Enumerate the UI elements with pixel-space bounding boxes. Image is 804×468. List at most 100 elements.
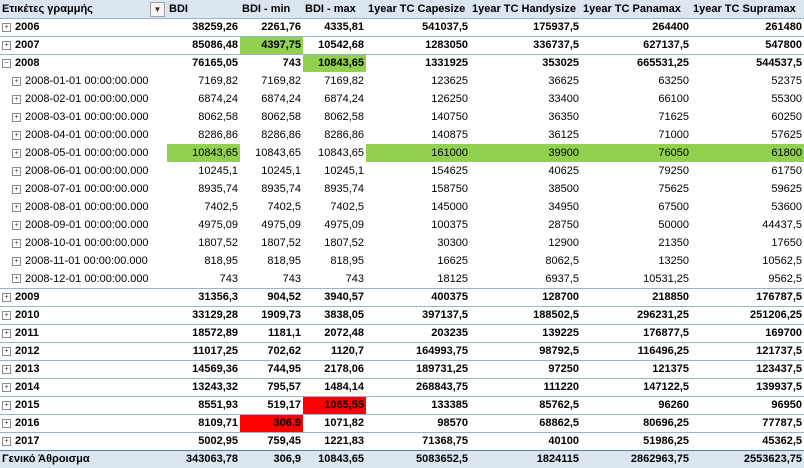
value-cell[interactable]: 1283050 — [366, 35, 470, 54]
value-cell[interactable]: 50000 — [581, 216, 691, 234]
expand-icon[interactable]: + — [2, 40, 11, 50]
expand-icon[interactable]: + — [2, 364, 11, 374]
row-label-cell[interactable]: +2012 — [0, 341, 167, 360]
value-cell[interactable]: 1181,1 — [240, 323, 303, 342]
value-cell[interactable]: 702,62 — [240, 341, 303, 360]
value-cell[interactable]: 400375 — [366, 287, 470, 306]
total-cell[interactable]: 5083652,5 — [366, 449, 470, 468]
value-cell[interactable]: 79250 — [581, 162, 691, 180]
row-label-cell[interactable]: +2006 — [0, 17, 167, 36]
value-cell[interactable]: 100375 — [366, 216, 470, 234]
value-cell[interactable]: 2072,48 — [303, 323, 366, 342]
value-cell[interactable]: 10843,65 — [303, 144, 366, 162]
expand-icon[interactable]: + — [12, 148, 21, 158]
value-cell[interactable]: 7169,82 — [240, 72, 303, 90]
value-cell[interactable]: 10843,65 — [303, 53, 366, 72]
row-label-cell[interactable]: +2016 — [0, 413, 167, 432]
value-cell[interactable]: 13250 — [581, 252, 691, 270]
value-cell[interactable]: 85762,5 — [470, 395, 581, 414]
row-label-cell[interactable]: +2015 — [0, 395, 167, 414]
expand-icon[interactable]: + — [2, 22, 11, 32]
value-cell[interactable]: 6937,5 — [470, 270, 581, 288]
value-cell[interactable]: 306,9 — [240, 413, 303, 432]
value-cell[interactable]: 1807,52 — [167, 234, 240, 252]
value-cell[interactable]: 40100 — [470, 431, 581, 450]
value-cell[interactable]: 8286,86 — [303, 126, 366, 144]
value-cell[interactable]: 8935,74 — [167, 180, 240, 198]
value-cell[interactable]: 547800 — [691, 35, 804, 54]
value-cell[interactable]: 353025 — [470, 53, 581, 72]
value-cell[interactable]: 63250 — [581, 72, 691, 90]
value-cell[interactable]: 6874,24 — [240, 90, 303, 108]
value-cell[interactable]: 251206,25 — [691, 305, 804, 324]
value-cell[interactable]: 133385 — [366, 395, 470, 414]
value-cell[interactable]: 2261,76 — [240, 17, 303, 36]
total-cell[interactable]: 306,9 — [240, 449, 303, 468]
value-cell[interactable]: 76050 — [581, 144, 691, 162]
value-cell[interactable]: 33129,28 — [167, 305, 240, 324]
value-cell[interactable]: 1065,55 — [303, 395, 366, 414]
row-label-cell[interactable]: +2008-12-01 00:00:00.000 — [0, 270, 167, 288]
col-header-bdi-max[interactable]: BDI - max — [303, 0, 366, 19]
row-label-cell[interactable]: +2008-01-01 00:00:00.000 — [0, 72, 167, 90]
value-cell[interactable]: 4975,09 — [167, 216, 240, 234]
value-cell[interactable]: 744,95 — [240, 359, 303, 378]
expand-icon[interactable]: + — [12, 238, 21, 248]
value-cell[interactable]: 1071,82 — [303, 413, 366, 432]
value-cell[interactable]: 743 — [240, 270, 303, 288]
value-cell[interactable]: 164993,75 — [366, 341, 470, 360]
expand-icon[interactable]: + — [12, 256, 21, 266]
expand-icon[interactable]: + — [2, 292, 11, 302]
row-label-cell[interactable]: +2008-07-01 00:00:00.000 — [0, 180, 167, 198]
collapse-icon[interactable]: − — [2, 58, 11, 68]
value-cell[interactable]: 77787,5 — [691, 413, 804, 432]
value-cell[interactable]: 30300 — [366, 234, 470, 252]
row-label-cell[interactable]: +2013 — [0, 359, 167, 378]
value-cell[interactable]: 268843,75 — [366, 377, 470, 396]
row-label-cell[interactable]: +2008-03-01 00:00:00.000 — [0, 108, 167, 126]
value-cell[interactable]: 8109,71 — [167, 413, 240, 432]
expand-icon[interactable]: + — [12, 274, 21, 284]
value-cell[interactable]: 8062,5 — [470, 252, 581, 270]
value-cell[interactable]: 128700 — [470, 287, 581, 306]
filter-dropdown-icon[interactable]: ▼ — [150, 2, 165, 17]
value-cell[interactable]: 4975,09 — [240, 216, 303, 234]
value-cell[interactable]: 121737,5 — [691, 341, 804, 360]
row-label-cell[interactable]: +2007 — [0, 35, 167, 54]
expand-icon[interactable]: + — [2, 382, 11, 392]
value-cell[interactable]: 818,95 — [167, 252, 240, 270]
value-cell[interactable]: 10245,1 — [167, 162, 240, 180]
value-cell[interactable]: 85086,48 — [167, 35, 240, 54]
value-cell[interactable]: 10245,1 — [240, 162, 303, 180]
row-label-cell[interactable]: +2008-04-01 00:00:00.000 — [0, 126, 167, 144]
value-cell[interactable]: 5002,95 — [167, 431, 240, 450]
value-cell[interactable]: 8286,86 — [240, 126, 303, 144]
value-cell[interactable]: 9562,5 — [691, 270, 804, 288]
value-cell[interactable]: 8062,58 — [240, 108, 303, 126]
value-cell[interactable]: 8551,93 — [167, 395, 240, 414]
value-cell[interactable]: 40625 — [470, 162, 581, 180]
total-cell[interactable]: 2862963,75 — [581, 449, 691, 468]
value-cell[interactable]: 11017,25 — [167, 341, 240, 360]
value-cell[interactable]: 169700 — [691, 323, 804, 342]
value-cell[interactable]: 53600 — [691, 198, 804, 216]
value-cell[interactable]: 8286,86 — [167, 126, 240, 144]
value-cell[interactable]: 203235 — [366, 323, 470, 342]
value-cell[interactable]: 71625 — [581, 108, 691, 126]
value-cell[interactable]: 218850 — [581, 287, 691, 306]
value-cell[interactable]: 7169,82 — [303, 72, 366, 90]
value-cell[interactable]: 36350 — [470, 108, 581, 126]
value-cell[interactable]: 3838,05 — [303, 305, 366, 324]
value-cell[interactable]: 71000 — [581, 126, 691, 144]
value-cell[interactable]: 39900 — [470, 144, 581, 162]
value-cell[interactable]: 158750 — [366, 180, 470, 198]
value-cell[interactable]: 743 — [303, 270, 366, 288]
value-cell[interactable]: 116496,25 — [581, 341, 691, 360]
value-cell[interactable]: 18572,89 — [167, 323, 240, 342]
value-cell[interactable]: 68862,5 — [470, 413, 581, 432]
value-cell[interactable]: 7402,5 — [167, 198, 240, 216]
value-cell[interactable]: 96950 — [691, 395, 804, 414]
value-cell[interactable]: 57625 — [691, 126, 804, 144]
row-label-cell[interactable]: +2010 — [0, 305, 167, 324]
expand-icon[interactable]: + — [2, 310, 11, 320]
